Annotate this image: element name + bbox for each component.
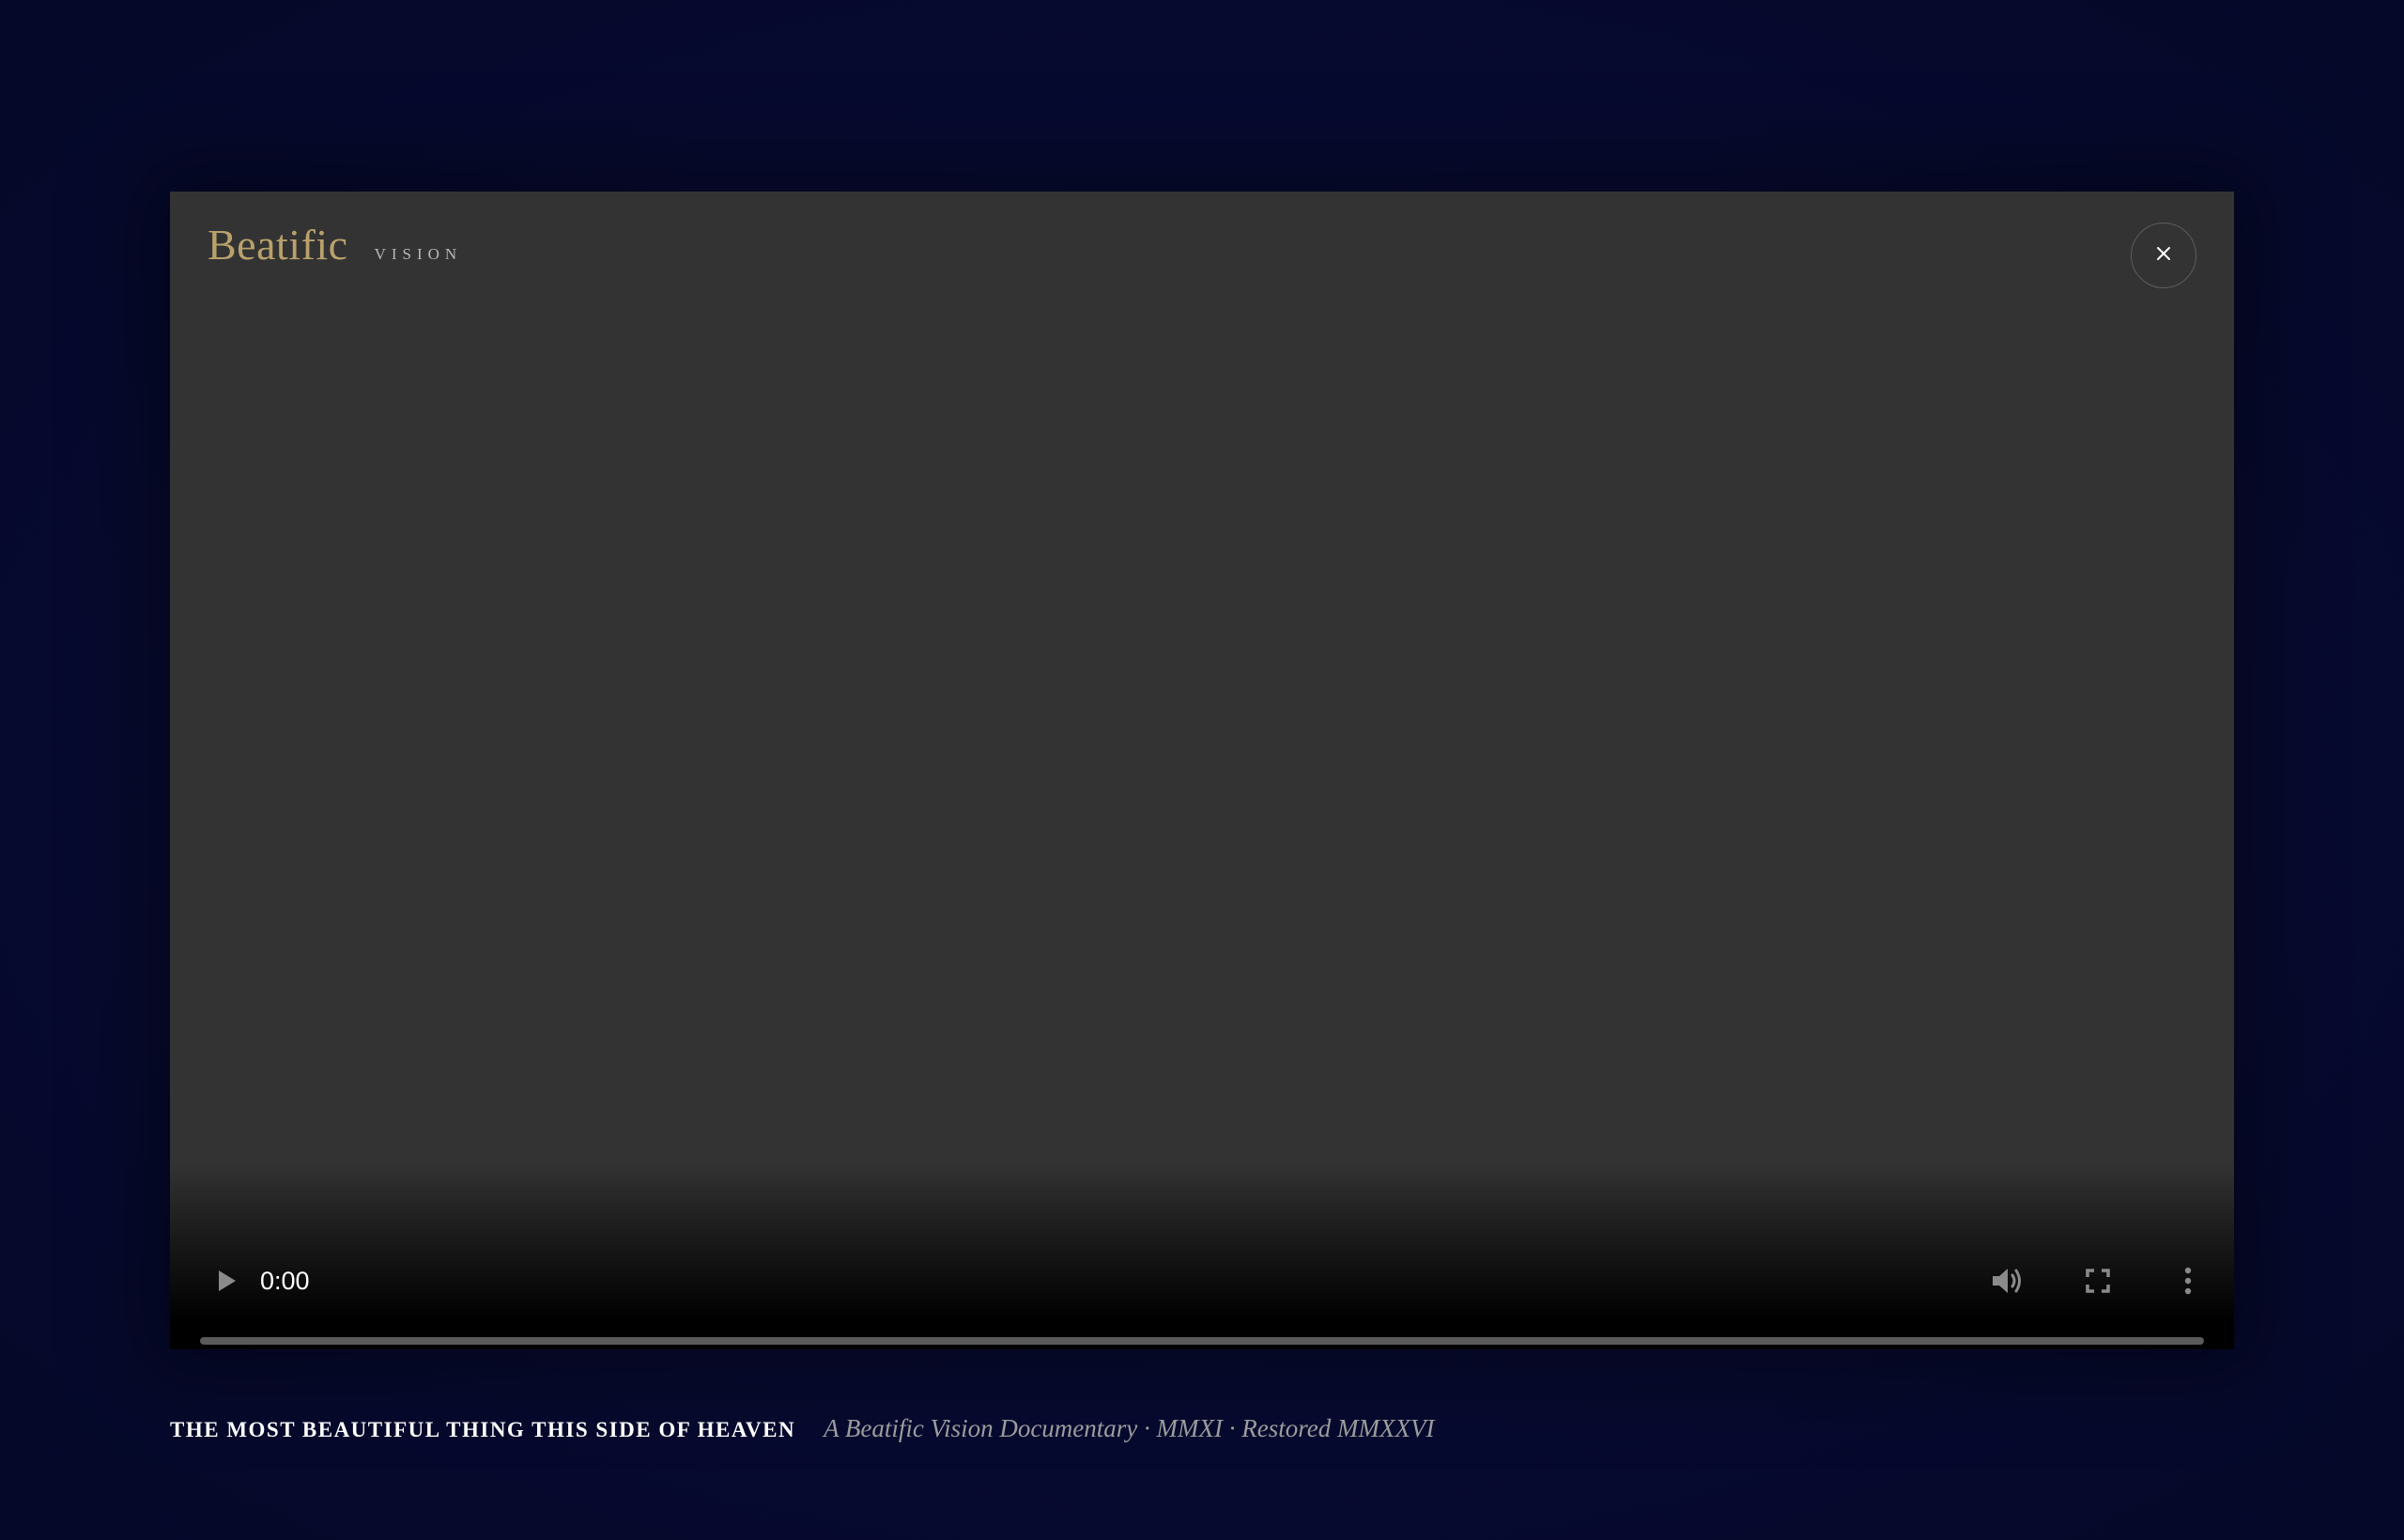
close-button[interactable] xyxy=(2131,223,2196,288)
caption-subtitle: A Beatific Vision Documentary · MMXI · R… xyxy=(824,1414,1435,1442)
fullscreen-button[interactable] xyxy=(2076,1261,2119,1304)
brand-logo: Beatific VISION xyxy=(208,220,462,270)
fullscreen-icon xyxy=(2085,1268,2111,1299)
volume-button[interactable] xyxy=(1986,1261,2029,1304)
player-controls: 0:00 xyxy=(170,1162,2234,1349)
brand-title: Beatific xyxy=(208,221,348,269)
more-options-icon xyxy=(2183,1267,2193,1300)
current-time: 0:00 xyxy=(260,1267,310,1295)
brand-subtitle: VISION xyxy=(374,245,463,263)
close-icon xyxy=(2155,245,2172,267)
video-caption: THE MOST BEAUTIFUL THING THIS SIDE OF HE… xyxy=(170,1414,1434,1443)
video-player[interactable]: Beatific VISION 0:00 xyxy=(170,192,2234,1349)
more-options-button[interactable] xyxy=(2166,1261,2210,1304)
play-icon xyxy=(217,1269,238,1298)
progress-bar[interactable] xyxy=(200,1337,2204,1345)
caption-title: THE MOST BEAUTIFUL THING THIS SIDE OF HE… xyxy=(170,1418,796,1441)
play-button[interactable] xyxy=(208,1263,247,1302)
volume-icon xyxy=(1991,1265,2025,1301)
